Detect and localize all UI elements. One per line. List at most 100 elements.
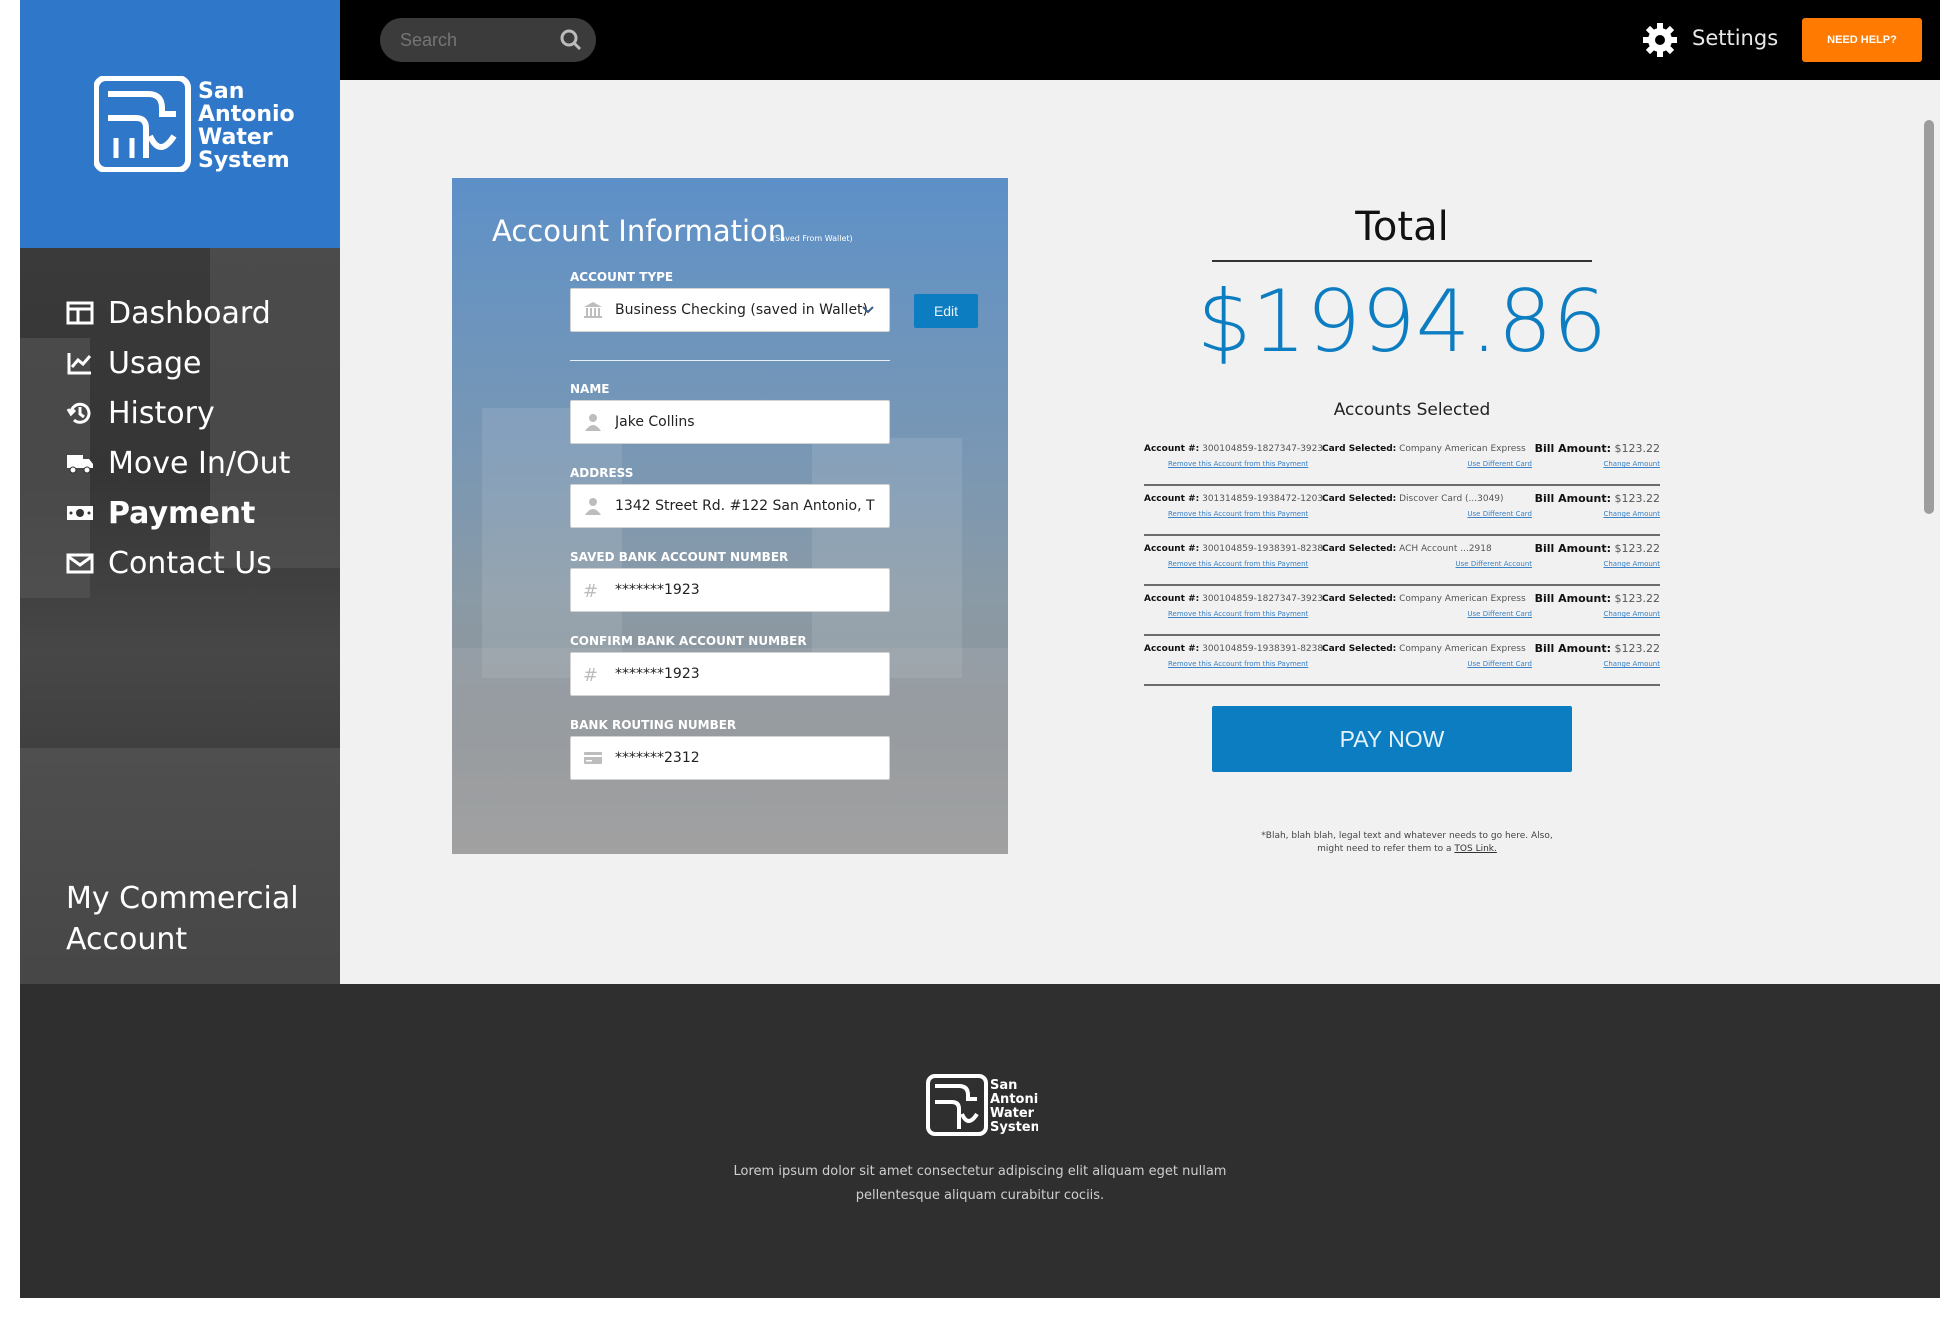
search-icon[interactable] bbox=[560, 29, 582, 51]
need-help-button[interactable]: NEED HELP? bbox=[1802, 18, 1922, 62]
change-card-link[interactable]: Use Different Card bbox=[1467, 610, 1532, 618]
sidebar-item-label: Contact Us bbox=[108, 545, 272, 581]
change-amount-link[interactable]: Change Amount bbox=[1603, 510, 1660, 518]
legal-line-2: might need to refer them to a bbox=[1317, 844, 1452, 854]
card-selected-label: Card Selected: bbox=[1322, 544, 1397, 554]
name-field[interactable]: Jake Collins bbox=[570, 400, 890, 444]
routing-field[interactable]: *******2312 bbox=[570, 736, 890, 780]
footer-logo-text-3: Water bbox=[990, 1106, 1035, 1121]
account-information-panel: Account Information (Saved From Wallet) … bbox=[452, 178, 1008, 854]
address-value: 1342 Street Rd. #122 San Antonio, TX ... bbox=[615, 498, 875, 514]
account-type-select[interactable]: Business Checking (saved in Wallet) bbox=[570, 288, 890, 332]
legal-line-1: *Blah, blah blah, legal text and whateve… bbox=[1261, 831, 1553, 841]
account-number: 300104859-1827347-3923 bbox=[1202, 444, 1324, 454]
account-number-label: Account #: bbox=[1144, 644, 1200, 654]
card-selected-label: Card Selected: bbox=[1322, 644, 1397, 654]
remove-account-link[interactable]: Remove this Account from this Payment bbox=[1168, 510, 1308, 518]
footer-logo-text-1: San bbox=[990, 1078, 1017, 1093]
sidebar-item-move[interactable]: Move In/Out bbox=[66, 438, 290, 488]
sidebar-item-label: History bbox=[108, 395, 215, 431]
chart-line-icon bbox=[67, 353, 92, 375]
account-info-subtitle: (Saved From Wallet) bbox=[772, 234, 853, 243]
confirm-bank-value: *******1923 bbox=[615, 666, 700, 682]
account-row: Account #: 300104859-1827347-3923 Card S… bbox=[1144, 436, 1660, 486]
change-card-link[interactable]: Use Different Card bbox=[1467, 660, 1532, 668]
bill-amount: $123.22 bbox=[1614, 492, 1661, 505]
bill-amount-label: Bill Amount: bbox=[1534, 592, 1611, 605]
accounts-list: Account #: 300104859-1827347-3923 Card S… bbox=[1144, 436, 1660, 686]
logo-text-2: Antonio bbox=[198, 102, 294, 127]
legal-text: *Blah, blah blah, legal text and whateve… bbox=[1212, 830, 1602, 856]
change-amount-link[interactable]: Change Amount bbox=[1603, 610, 1660, 618]
card-icon bbox=[583, 749, 603, 767]
account-row: Account #: 300104859-1938391-8238 Card S… bbox=[1144, 636, 1660, 686]
bill-amount-label: Bill Amount: bbox=[1534, 642, 1611, 655]
accounts-selected-heading: Accounts Selected bbox=[1333, 400, 1491, 420]
logo-area: San Antonio Water System bbox=[20, 0, 340, 248]
footer-saws-logo[interactable]: San Antonio Water System bbox=[926, 1074, 1038, 1138]
sidebar: San Antonio Water System Dashboard Usage bbox=[20, 0, 340, 984]
footer: San Antonio Water System Lorem ipsum dol… bbox=[20, 984, 1940, 1298]
total-label: Total bbox=[1355, 204, 1449, 250]
form-divider bbox=[570, 360, 890, 361]
change-amount-link[interactable]: Change Amount bbox=[1603, 660, 1660, 668]
sidebar-item-label: Dashboard bbox=[108, 295, 271, 331]
change-card-link[interactable]: Use Different Card bbox=[1467, 510, 1532, 518]
sidebar-item-usage[interactable]: Usage bbox=[66, 338, 290, 388]
money-icon bbox=[67, 506, 93, 520]
sidebar-nav: Dashboard Usage History Move In/Out Paym… bbox=[66, 288, 290, 588]
account-number: 301314859-1938472-1203 bbox=[1202, 494, 1324, 504]
logo-text-1: San bbox=[198, 79, 244, 104]
bill-amount: $123.22 bbox=[1614, 642, 1661, 655]
change-card-link[interactable]: Use Different Card bbox=[1467, 460, 1532, 468]
routing-label: BANK ROUTING NUMBER bbox=[570, 718, 737, 732]
saws-logo[interactable]: San Antonio Water System bbox=[94, 76, 294, 172]
footer-text: Lorem ipsum dolor sit amet consectetur a… bbox=[733, 1164, 1227, 1203]
account-number-label: Account #: bbox=[1144, 494, 1200, 504]
bank-icon bbox=[583, 301, 603, 319]
address-label: ADDRESS bbox=[570, 466, 634, 480]
name-label: NAME bbox=[570, 382, 610, 396]
card-selected-label: Card Selected: bbox=[1322, 594, 1397, 604]
confirm-bank-field[interactable]: # *******1923 bbox=[570, 652, 890, 696]
settings-link[interactable]: Settings bbox=[1692, 26, 1778, 50]
saved-bank-field[interactable]: # *******1923 bbox=[570, 568, 890, 612]
remove-account-link[interactable]: Remove this Account from this Payment bbox=[1168, 560, 1308, 568]
change-card-link[interactable]: Use Different Account bbox=[1456, 560, 1532, 568]
scrollbar[interactable] bbox=[1924, 120, 1934, 514]
gear-icon[interactable] bbox=[1642, 22, 1678, 58]
top-bar: Settings NEED HELP? bbox=[340, 0, 1940, 80]
sidebar-item-contact[interactable]: Contact Us bbox=[66, 538, 290, 588]
account-name-label[interactable]: My Commercial Account bbox=[66, 878, 326, 960]
account-number-label: Account #: bbox=[1144, 544, 1200, 554]
tos-link[interactable]: TOS Link. bbox=[1454, 844, 1496, 854]
remove-account-link[interactable]: Remove this Account from this Payment bbox=[1168, 610, 1308, 618]
remove-account-link[interactable]: Remove this Account from this Payment bbox=[1168, 460, 1308, 468]
truck-icon bbox=[67, 455, 93, 474]
saved-bank-label: SAVED BANK ACCOUNT NUMBER bbox=[570, 550, 789, 564]
sidebar-item-payment[interactable]: Payment bbox=[66, 488, 290, 538]
change-amount-link[interactable]: Change Amount bbox=[1603, 560, 1660, 568]
address-field[interactable]: 1342 Street Rd. #122 San Antonio, TX ... bbox=[570, 484, 890, 528]
bill-amount: $123.22 bbox=[1614, 442, 1661, 455]
account-type-label: ACCOUNT TYPE bbox=[570, 270, 674, 284]
sidebar-item-history[interactable]: History bbox=[66, 388, 290, 438]
account-row: Account #: 300104859-1827347-3923 Card S… bbox=[1144, 586, 1660, 636]
card-selected: Company American Express bbox=[1399, 644, 1526, 654]
account-row: Account #: 301314859-1938472-1203 Card S… bbox=[1144, 486, 1660, 536]
bill-amount-label: Bill Amount: bbox=[1534, 492, 1611, 505]
footer-logo-text-2: Antonio bbox=[990, 1092, 1038, 1107]
bill-amount: $123.22 bbox=[1614, 542, 1661, 555]
bill-amount-label: Bill Amount: bbox=[1534, 542, 1611, 555]
dashboard-icon bbox=[66, 301, 94, 325]
change-amount-link[interactable]: Change Amount bbox=[1603, 460, 1660, 468]
logo-text-3: Water bbox=[198, 125, 273, 150]
sidebar-item-label: Move In/Out bbox=[108, 445, 291, 481]
edit-button[interactable]: Edit bbox=[914, 294, 978, 328]
user-icon bbox=[583, 497, 603, 515]
sidebar-item-dashboard[interactable]: Dashboard bbox=[66, 288, 290, 338]
name-value: Jake Collins bbox=[615, 414, 695, 430]
pay-now-button[interactable]: PAY NOW bbox=[1212, 706, 1572, 772]
remove-account-link[interactable]: Remove this Account from this Payment bbox=[1168, 660, 1308, 668]
routing-value: *******2312 bbox=[615, 750, 700, 766]
